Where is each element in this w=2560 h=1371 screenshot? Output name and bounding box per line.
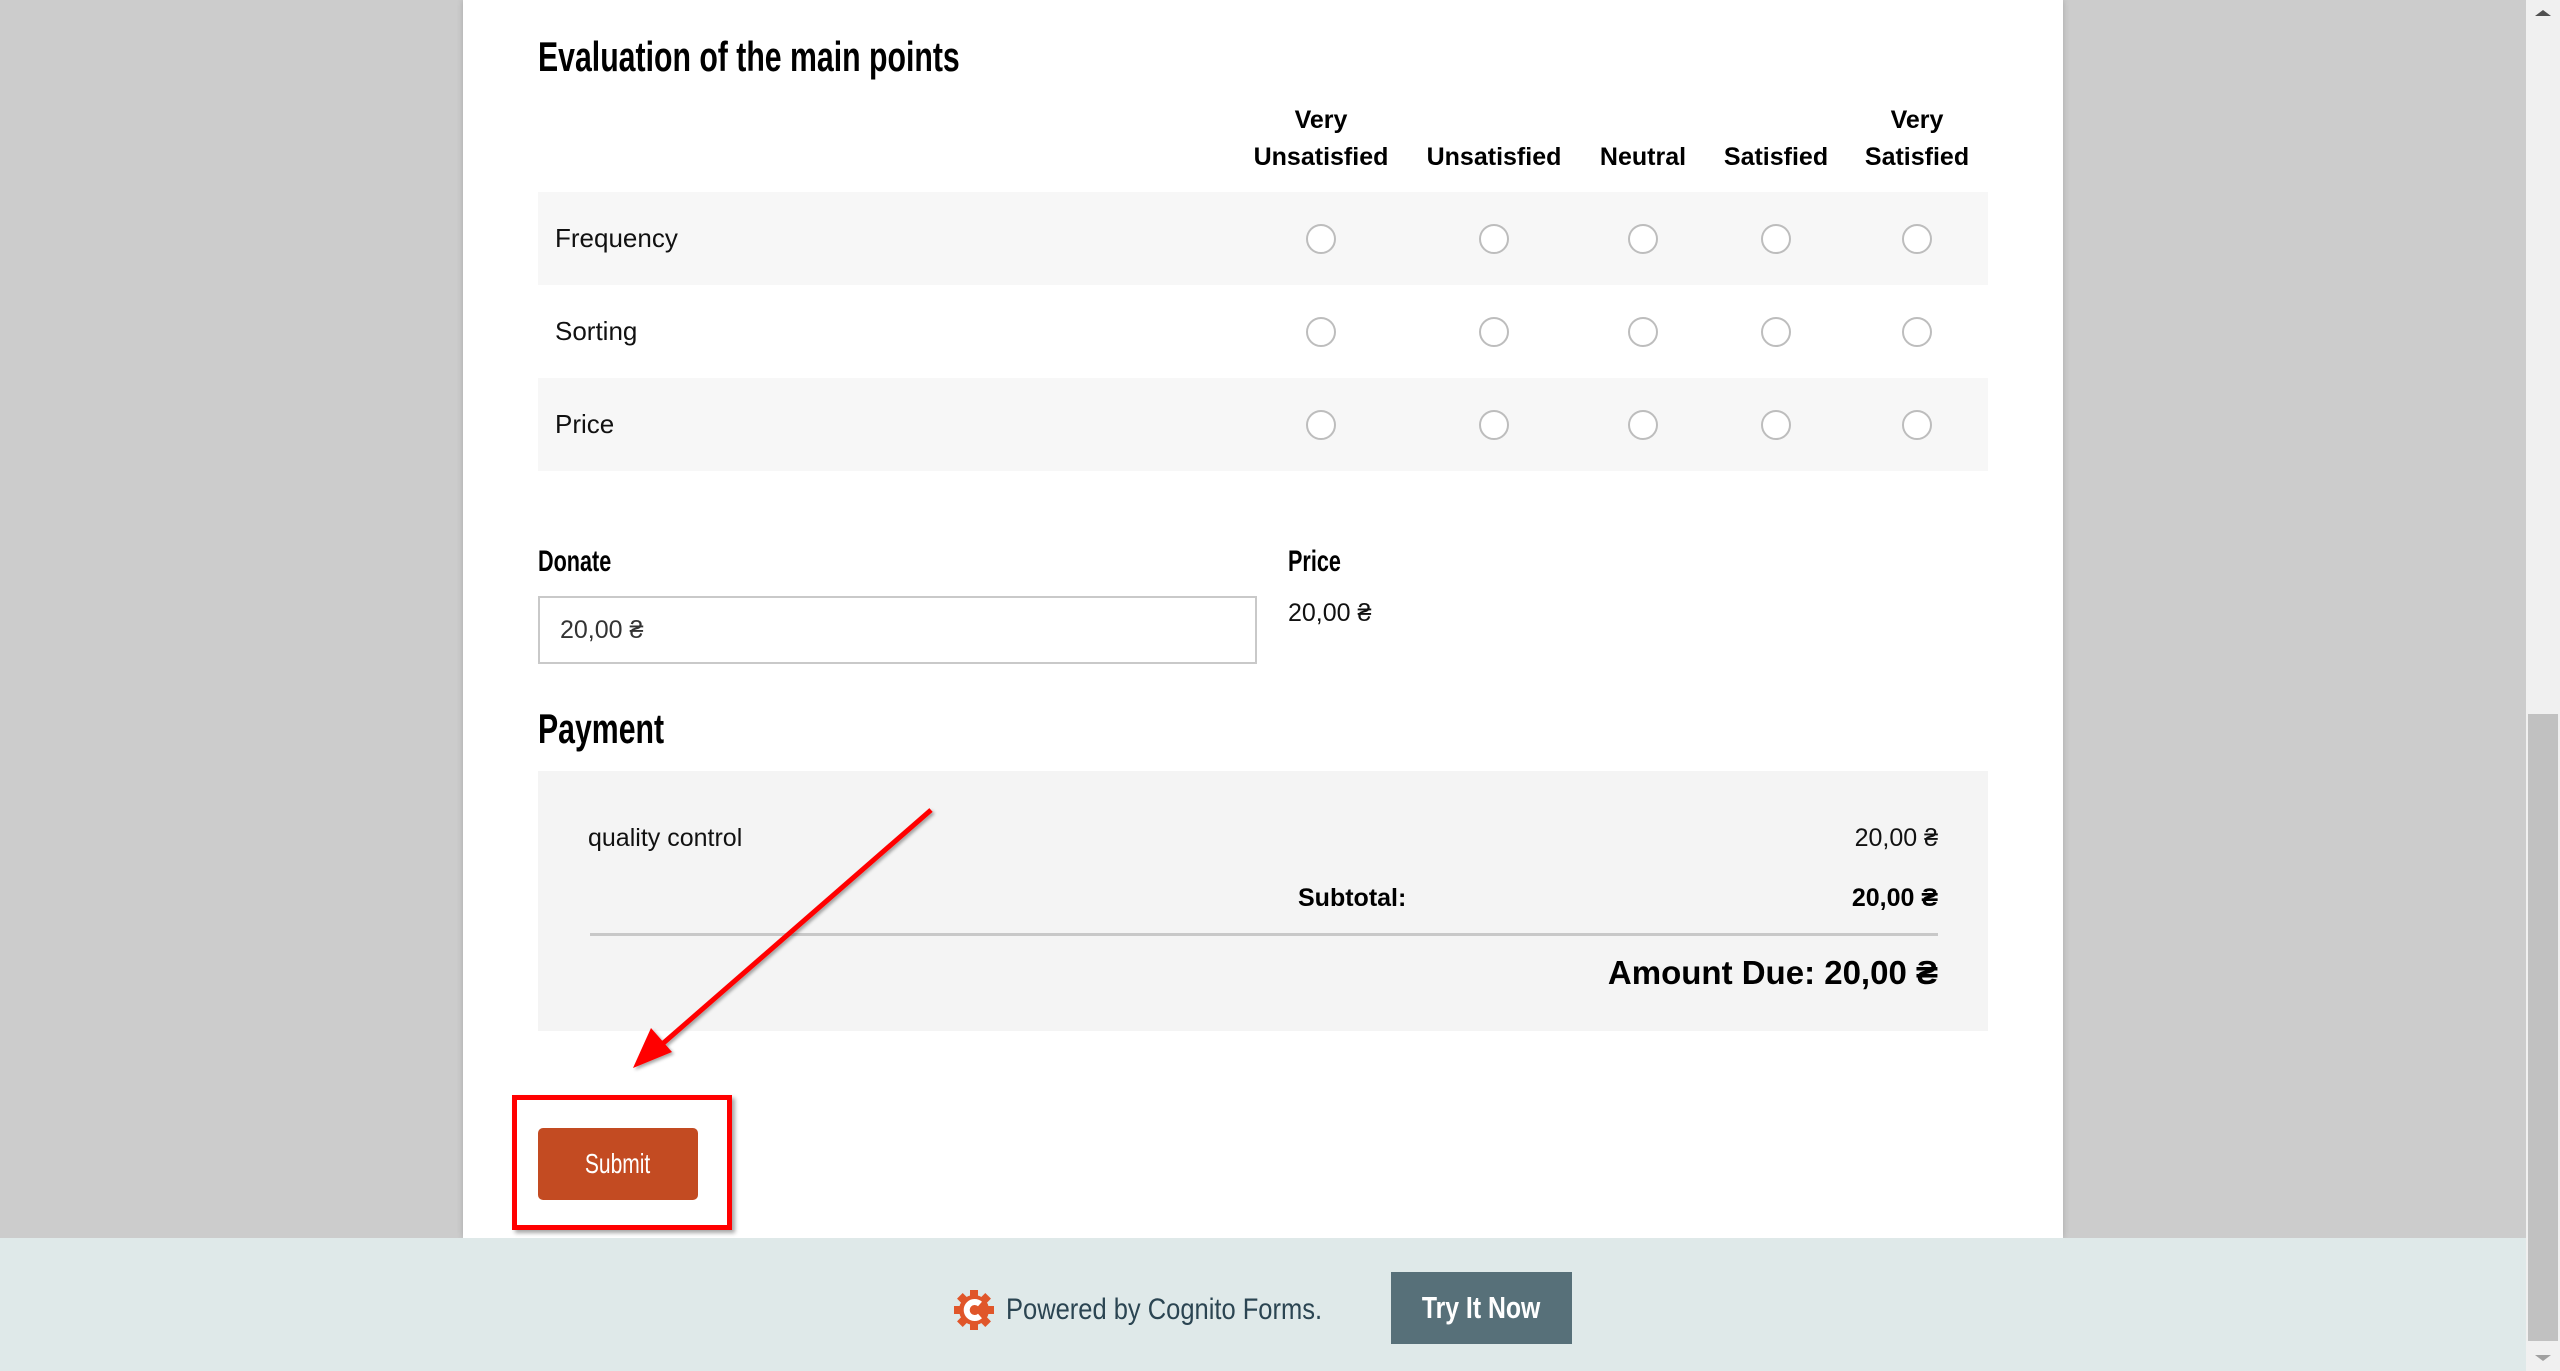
evaluation-heading: Evaluation of the main points xyxy=(538,32,1124,82)
line-item-label: quality control xyxy=(588,824,743,852)
evaluation-heading-text: Evaluation of the main points xyxy=(538,33,960,80)
column-header-line1 xyxy=(1568,102,1718,139)
cognito-gear-logo-icon xyxy=(954,1290,994,1330)
radio-very-satisfied[interactable] xyxy=(1902,317,1932,347)
donate-label-text: Donate xyxy=(538,545,612,578)
payment-heading-text: Payment xyxy=(538,705,665,752)
column-header-line1 xyxy=(1419,102,1569,139)
rating-row-frequency: Frequency xyxy=(538,192,1988,285)
column-header-line2: Neutral xyxy=(1599,143,1687,171)
radio-very-unsatisfied[interactable] xyxy=(1306,410,1336,440)
radio-unsatisfied[interactable] xyxy=(1479,317,1509,347)
row-label: Price xyxy=(555,409,615,439)
scroll-up-arrow-icon[interactable] xyxy=(2535,10,2551,16)
amount-due: Amount Due: 20,00 ₴ xyxy=(1607,954,1938,991)
column-header-neutral: Neutral xyxy=(1568,102,1718,176)
radio-neutral[interactable] xyxy=(1628,317,1658,347)
column-header-very-satisfied: Very Satisfied xyxy=(1842,102,1992,176)
price-value: 20,00 ₴ xyxy=(1288,599,1372,627)
radio-very-satisfied[interactable] xyxy=(1902,410,1932,440)
column-header-line2: Satisfied xyxy=(1864,143,1970,171)
donate-label: Donate xyxy=(538,544,640,580)
column-header-line1: Very xyxy=(1890,106,1944,134)
donate-input[interactable] xyxy=(538,596,1257,664)
subtotal-amount: 20,00 ₴ xyxy=(1851,884,1938,912)
rating-row-price: Price xyxy=(538,378,1988,471)
payment-heading: Payment xyxy=(538,703,713,755)
column-header-line1: Very xyxy=(1294,106,1348,134)
column-header-line1 xyxy=(1701,102,1851,139)
try-it-now-button[interactable]: Try It Now xyxy=(1391,1272,1572,1344)
vertical-scrollbar[interactable] xyxy=(2526,0,2560,1371)
radio-neutral[interactable] xyxy=(1628,410,1658,440)
radio-very-unsatisfied[interactable] xyxy=(1306,317,1336,347)
row-label: Frequency xyxy=(555,223,678,253)
radio-satisfied[interactable] xyxy=(1761,410,1791,440)
column-header-line2: Unsatisfied xyxy=(1426,143,1562,171)
radio-very-satisfied[interactable] xyxy=(1902,224,1932,254)
submit-label: Submit xyxy=(585,1148,651,1179)
subtotal-label: Subtotal: xyxy=(1298,884,1407,912)
powered-by-text: Powered by Cognito Forms. xyxy=(1006,1293,1323,1326)
column-header-very-unsatisfied: Very Unsatisfied xyxy=(1246,102,1396,176)
radio-satisfied[interactable] xyxy=(1761,224,1791,254)
try-it-now-label: Try It Now xyxy=(1422,1290,1541,1325)
radio-neutral[interactable] xyxy=(1628,224,1658,254)
column-header-line2: Unsatisfied xyxy=(1253,143,1389,171)
price-label: Price xyxy=(1288,544,1361,580)
column-header-line2: Satisfied xyxy=(1723,143,1829,171)
payment-divider xyxy=(590,933,1938,936)
submit-button[interactable]: Submit xyxy=(538,1128,698,1200)
column-header-satisfied: Satisfied xyxy=(1701,102,1851,176)
scrollbar-thumb[interactable] xyxy=(2528,714,2558,1341)
column-header-unsatisfied: Unsatisfied xyxy=(1419,102,1569,176)
radio-satisfied[interactable] xyxy=(1761,317,1791,347)
row-label: Sorting xyxy=(555,316,638,346)
price-label-text: Price xyxy=(1288,545,1341,578)
payment-summary: quality control 20,00 ₴ Subtotal: 20,00 … xyxy=(538,771,1988,1031)
radio-unsatisfied[interactable] xyxy=(1479,224,1509,254)
radio-unsatisfied[interactable] xyxy=(1479,410,1509,440)
line-item-amount: 20,00 ₴ xyxy=(1854,824,1938,852)
radio-very-unsatisfied[interactable] xyxy=(1306,224,1336,254)
scroll-down-arrow-icon[interactable] xyxy=(2535,1355,2551,1361)
powered-by[interactable]: Powered by Cognito Forms. xyxy=(952,1288,1378,1332)
rating-row-sorting: Sorting xyxy=(538,285,1988,378)
